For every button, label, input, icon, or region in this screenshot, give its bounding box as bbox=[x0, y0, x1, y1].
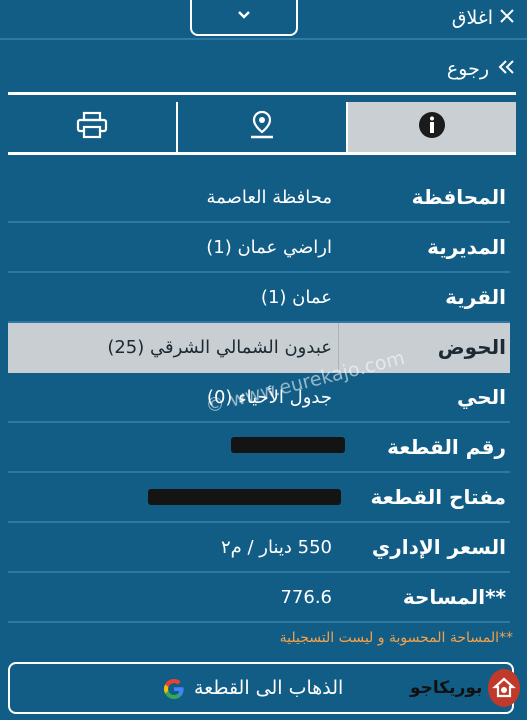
close-label: اغلاق bbox=[451, 7, 493, 29]
tab-print[interactable] bbox=[8, 102, 178, 152]
village-label: القرية bbox=[445, 285, 506, 309]
tab-bar bbox=[8, 102, 516, 152]
map-pin-icon bbox=[248, 110, 276, 144]
governorate-label: المحافظة bbox=[411, 185, 506, 209]
directorate-value: اراضي عمان (1) bbox=[206, 236, 332, 258]
chevron-down-icon bbox=[236, 6, 252, 25]
row-governorate: المحافظة محافظة العاصمة bbox=[8, 173, 510, 223]
redacted-plot-key bbox=[148, 489, 341, 505]
area-label: المساحة** bbox=[402, 585, 506, 609]
row-admin-price: السعر الإداري 550 دينار / م٢ bbox=[8, 523, 510, 573]
double-chevron-left-icon bbox=[497, 59, 515, 79]
row-village: القرية عمان (1) bbox=[8, 273, 510, 323]
area-value: 776.6 bbox=[280, 586, 332, 608]
governorate-value: محافظة العاصمة bbox=[206, 186, 332, 208]
admin-price-value: 550 دينار / م٢ bbox=[220, 536, 332, 558]
close-button[interactable]: اغلاق bbox=[452, 4, 515, 32]
collapse-button[interactable] bbox=[190, 0, 298, 36]
plot-number-label: رقم القطعة bbox=[387, 435, 506, 459]
tab-divider bbox=[8, 152, 516, 155]
brand-logo: بوريكاجو bbox=[410, 662, 520, 714]
info-icon bbox=[417, 110, 447, 144]
neighborhood-label: الحي bbox=[456, 385, 506, 409]
row-plot-key: مفتاح القطعة bbox=[8, 473, 510, 523]
plot-key-label: مفتاح القطعة bbox=[370, 485, 507, 509]
area-note: **المساحة المحسوبة و ليست التسجيلية bbox=[279, 630, 513, 646]
go-to-plot-label: الذهاب الى القطعة bbox=[194, 677, 344, 699]
logo-mark-icon bbox=[488, 669, 520, 707]
back-label: رجوع bbox=[446, 58, 489, 80]
admin-price-label: السعر الإداري bbox=[371, 535, 506, 559]
printer-icon bbox=[76, 111, 108, 143]
logo-text: بوريكاجو bbox=[410, 678, 483, 698]
redacted-plot-number bbox=[231, 437, 345, 453]
back-divider bbox=[8, 92, 516, 95]
basin-label: الحوض bbox=[437, 335, 506, 359]
row-area: المساحة** 776.6 bbox=[8, 573, 510, 623]
row-directorate: المديرية اراضي عمان (1) bbox=[8, 223, 510, 273]
top-divider bbox=[0, 38, 527, 40]
directorate-label: المديرية bbox=[427, 235, 506, 259]
google-icon bbox=[162, 677, 186, 701]
tab-info[interactable] bbox=[348, 102, 516, 152]
close-icon bbox=[499, 8, 515, 28]
tab-location[interactable] bbox=[178, 102, 348, 152]
row-basin: الحوض عبدون الشمالي الشرقي (25) bbox=[8, 323, 510, 373]
back-button[interactable]: رجوع bbox=[447, 58, 515, 80]
village-value: عمان (1) bbox=[260, 286, 332, 308]
row-plot-number: رقم القطعة bbox=[8, 423, 510, 473]
basin-value: عبدون الشمالي الشرقي (25) bbox=[107, 336, 332, 358]
